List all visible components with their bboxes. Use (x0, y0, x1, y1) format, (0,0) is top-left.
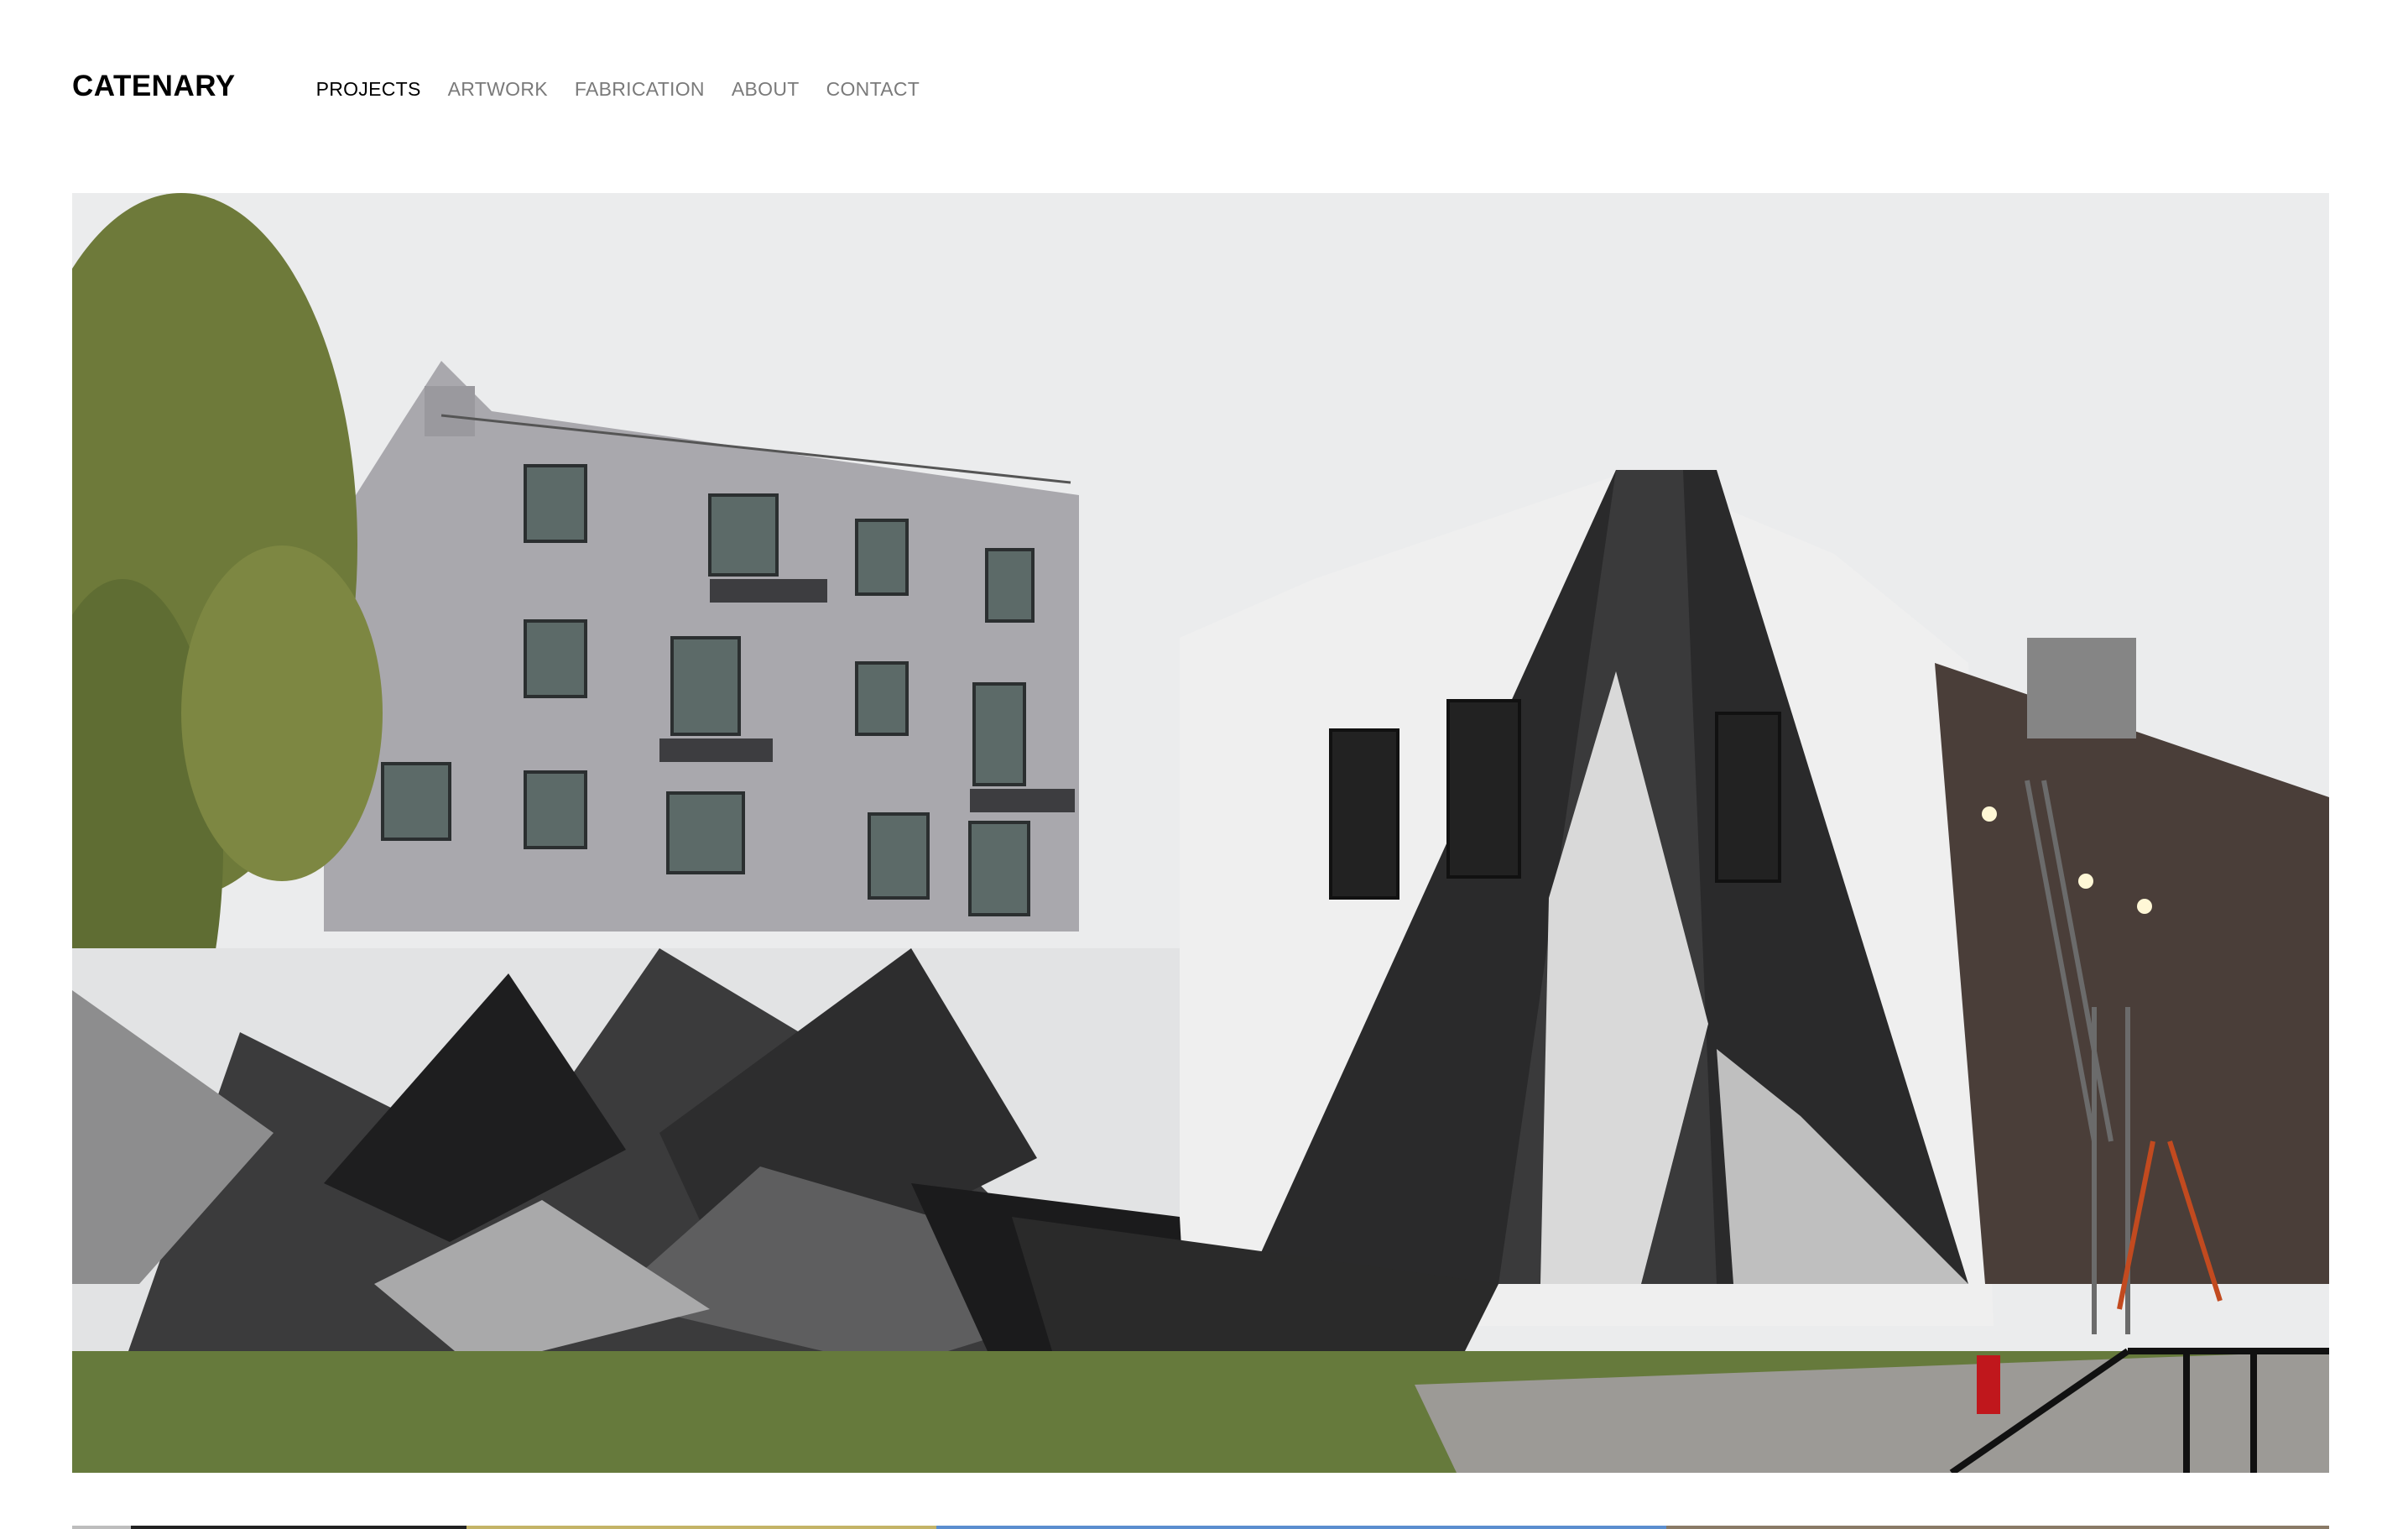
brand-logo-link[interactable]: CATENARY (72, 71, 236, 101)
nav-item-fabrication[interactable]: FABRICATION (575, 78, 705, 101)
nav-item-about[interactable]: ABOUT (732, 78, 800, 101)
thumb-strip-segment (466, 1526, 936, 1529)
mural-photo-illustration (72, 193, 2329, 1473)
thumb-strip-segment (131, 1526, 466, 1529)
nav-item-artwork[interactable]: ARTWORK (448, 78, 548, 101)
nav-item-projects[interactable]: PROJECTS (316, 78, 421, 101)
thumb-strip-segment (72, 1526, 131, 1529)
nav-item-contact[interactable]: CONTACT (826, 78, 920, 101)
thumb-strip-segment (936, 1526, 1666, 1529)
thumbnail-strip[interactable] (72, 1526, 2329, 1529)
site-header: CATENARY PROJECTS ARTWORK FABRICATION AB… (72, 60, 920, 111)
hero-project-image[interactable] (72, 193, 2329, 1473)
thumb-strip-segment (1666, 1526, 2329, 1529)
main-nav: PROJECTS ARTWORK FABRICATION ABOUT CONTA… (316, 78, 920, 101)
